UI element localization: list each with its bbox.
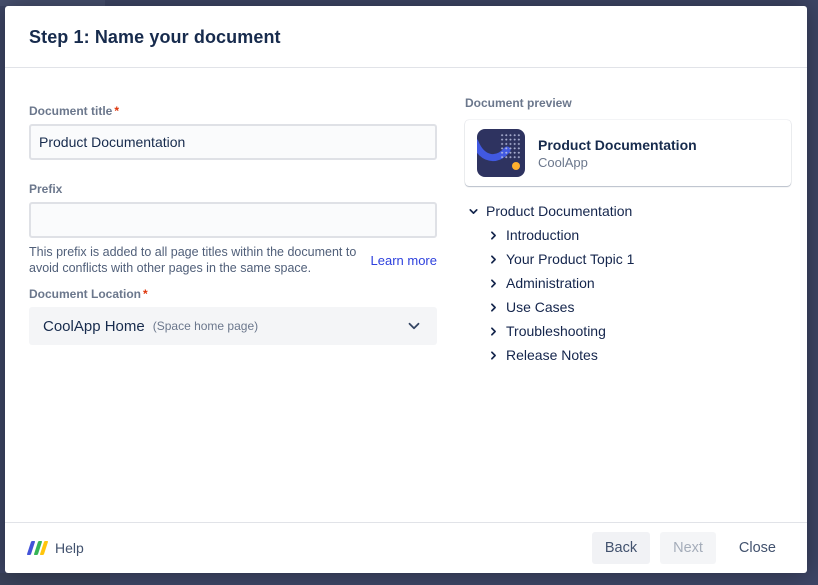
chevron-right-icon[interactable] xyxy=(485,275,501,291)
close-button[interactable]: Close xyxy=(726,532,789,564)
preview-card-subtitle: CoolApp xyxy=(538,155,697,170)
tree-item[interactable]: Introduction xyxy=(465,223,791,247)
document-preview-heading: Document preview xyxy=(465,96,791,110)
required-asterisk: * xyxy=(141,287,148,301)
document-location-hint: (Space home page) xyxy=(153,319,258,333)
icon-yellow-dot xyxy=(512,162,520,170)
back-button[interactable]: Back xyxy=(592,532,650,564)
modal-header: Step 1: Name your document xyxy=(5,6,807,68)
help-button[interactable]: Help xyxy=(29,540,84,556)
document-location-label: Document Location* xyxy=(29,287,437,301)
preview-column: Document preview Product Documentation C… xyxy=(465,96,791,522)
prefix-input[interactable] xyxy=(29,202,437,238)
tree-item-label: Release Notes xyxy=(506,347,598,363)
tree-item[interactable]: Release Notes xyxy=(465,343,791,367)
chevron-right-icon[interactable] xyxy=(485,347,501,363)
form-column: Document title* Prefix This prefix is ad… xyxy=(29,96,437,522)
tree-item-label: Administration xyxy=(506,275,595,291)
tree-item-label: Introduction xyxy=(506,227,579,243)
prefix-helper-row: This prefix is added to all page titles … xyxy=(29,244,437,276)
tree-item[interactable]: Use Cases xyxy=(465,295,791,319)
chevron-down-icon[interactable] xyxy=(465,203,481,219)
document-theme-icon xyxy=(477,129,525,177)
preview-card-text: Product Documentation CoolApp xyxy=(538,137,697,170)
chevron-right-icon[interactable] xyxy=(485,251,501,267)
tree-item[interactable]: Troubleshooting xyxy=(465,319,791,343)
chevron-down-icon xyxy=(405,317,423,335)
document-preview-card: Product Documentation CoolApp xyxy=(465,120,791,186)
backdrop-artifact-bottom xyxy=(0,573,110,585)
tree-item-label: Use Cases xyxy=(506,299,574,315)
help-label: Help xyxy=(55,540,84,556)
chevron-right-icon[interactable] xyxy=(485,323,501,339)
k15t-slashes-icon xyxy=(29,541,46,555)
tree-item[interactable]: Your Product Topic 1 xyxy=(465,247,791,271)
modal-body: Document title* Prefix This prefix is ad… xyxy=(5,68,807,522)
tree-item-label: Your Product Topic 1 xyxy=(506,251,634,267)
document-title-label: Document title* xyxy=(29,104,437,118)
document-title-input[interactable] xyxy=(29,124,437,160)
prefix-helper-text: This prefix is added to all page titles … xyxy=(29,244,361,276)
preview-card-title: Product Documentation xyxy=(538,137,697,153)
chevron-right-icon[interactable] xyxy=(485,299,501,315)
document-location-value: CoolApp Home xyxy=(43,318,145,335)
modal-footer: Help Back Next Close xyxy=(5,522,807,573)
create-document-modal: Step 1: Name your document Document titl… xyxy=(5,6,807,573)
document-location-select[interactable]: CoolApp Home (Space home page) xyxy=(29,307,437,345)
tree-item-label: Product Documentation xyxy=(486,203,632,219)
preview-page-tree: Product Documentation Introduction Your … xyxy=(465,199,791,367)
chevron-right-icon[interactable] xyxy=(485,227,501,243)
learn-more-link[interactable]: Learn more xyxy=(371,253,437,268)
prefix-label: Prefix xyxy=(29,182,437,196)
next-button[interactable]: Next xyxy=(660,532,716,564)
tree-item-label: Troubleshooting xyxy=(506,323,606,339)
tree-item-root[interactable]: Product Documentation xyxy=(465,199,791,223)
icon-dot-grid xyxy=(500,133,521,159)
tree-item[interactable]: Administration xyxy=(465,271,791,295)
modal-title: Step 1: Name your document xyxy=(29,27,783,48)
required-asterisk: * xyxy=(112,104,119,118)
